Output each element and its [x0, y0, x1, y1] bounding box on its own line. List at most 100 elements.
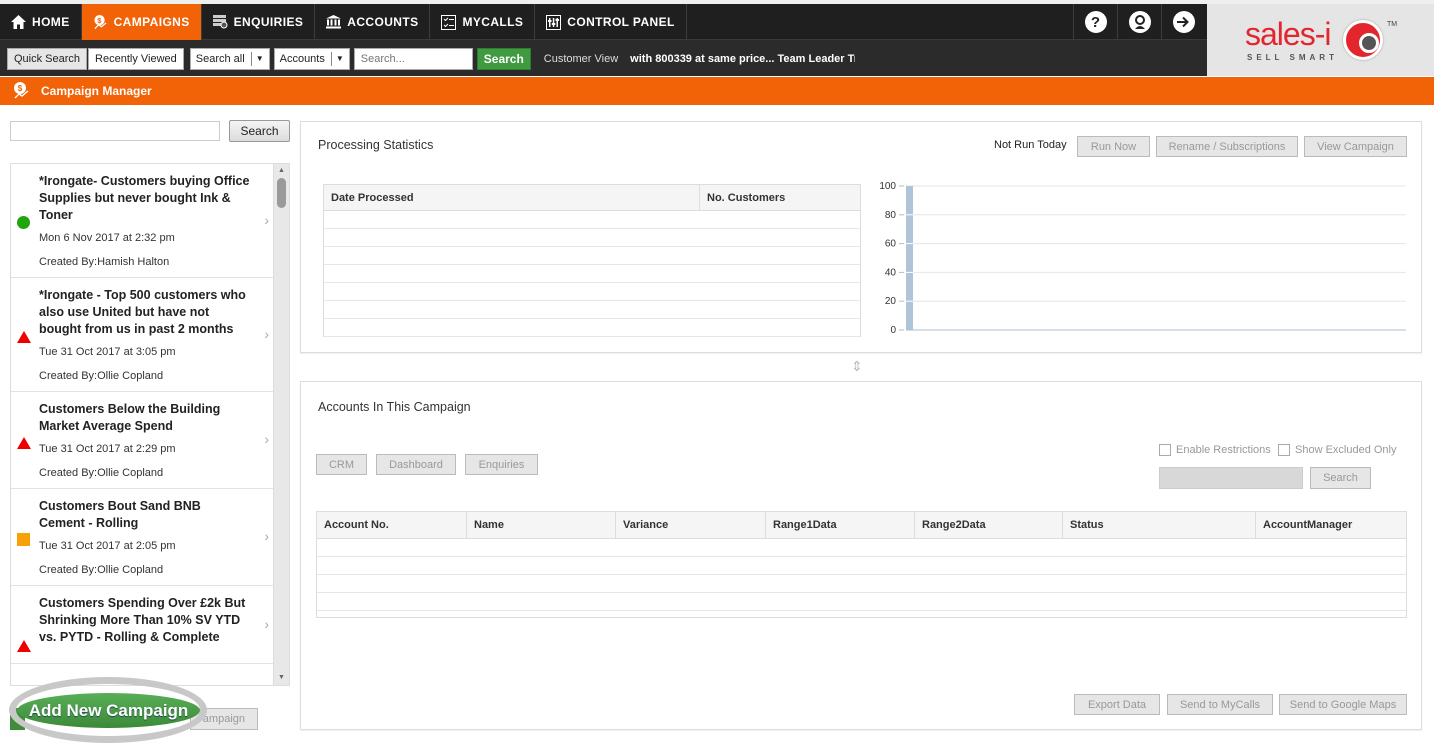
show-excluded-label: Show Excluded Only	[1295, 444, 1397, 456]
help-icon: ?	[1084, 11, 1107, 33]
campaign-title: *Irongate - Top 500 customers who also u…	[39, 288, 246, 336]
campaign-list-item[interactable]: *Irongate - Top 500 customers who also u…	[11, 278, 274, 392]
table-row	[317, 575, 1406, 593]
processing-table: Date Processed No. Customers	[323, 184, 861, 337]
show-excluded-checkbox[interactable]: Show Excluded Only	[1278, 444, 1397, 456]
home-icon	[11, 15, 26, 30]
resize-handle-icon[interactable]: ⇕	[851, 358, 863, 375]
campaign-list-scrollbar[interactable]: ▲ ▼	[273, 164, 289, 685]
campaign-creator: Created By:Hamish Halton	[39, 256, 170, 268]
column-header[interactable]: Name	[467, 512, 616, 538]
global-search-button[interactable]: Search	[476, 47, 531, 70]
page-title: Campaign Manager	[41, 84, 152, 98]
chevron-right-icon: ›	[264, 325, 269, 342]
table-row	[317, 539, 1406, 557]
chevron-right-icon: ›	[264, 528, 269, 544]
rename-subscriptions-button[interactable]: Rename / Subscriptions	[1156, 136, 1298, 157]
column-header[interactable]: Range1Data	[766, 512, 915, 538]
campaign-list-item[interactable]: Customers Spending Over £2k But Shrinkin…	[11, 586, 274, 664]
user-icon	[1128, 11, 1151, 33]
column-header[interactable]: Range2Data	[915, 512, 1063, 538]
table-row	[317, 593, 1406, 611]
accounts-table-header: Account No. Name Variance Range1Data Ran…	[317, 512, 1406, 539]
dashboard-button[interactable]: Dashboard	[376, 454, 456, 475]
scroll-down-icon[interactable]: ▼	[278, 674, 285, 681]
global-search-input[interactable]	[353, 47, 473, 70]
campaign-icon: $	[12, 81, 32, 102]
table-row	[324, 211, 860, 229]
customer-view-link[interactable]: Customer View	[544, 53, 618, 65]
campaign-list-item[interactable]: *Irongate- Customers buying Office Suppl…	[11, 164, 274, 278]
enable-restrictions-checkbox[interactable]: Enable Restrictions	[1159, 444, 1271, 456]
campaign-icon: $	[93, 14, 108, 30]
column-header[interactable]: Account No.	[317, 512, 467, 538]
nav-mycalls[interactable]: MYCALLS	[430, 4, 536, 40]
scroll-up-icon[interactable]: ▲	[278, 167, 285, 174]
y-tick-label: 40	[885, 267, 897, 278]
campaign-date: Tue 31 Oct 2017 at 2:05 pm	[39, 540, 176, 552]
logo-tagline: SELL SMART	[1247, 53, 1338, 62]
search-scope-select[interactable]: Search all ▼	[189, 47, 270, 70]
nav-campaigns[interactable]: $ CAMPAIGNS	[81, 4, 202, 40]
campaign-title: *Irongate- Customers buying Office Suppl…	[39, 174, 250, 222]
run-now-button[interactable]: Run Now	[1077, 136, 1150, 157]
restriction-search-input[interactable]	[1159, 467, 1303, 489]
search-type-select[interactable]: Accounts ▼	[273, 47, 350, 70]
campaign-creator: Created By:Ollie Copland	[39, 467, 164, 479]
status-red-icon	[17, 437, 31, 449]
y-tick-label: 80	[885, 210, 897, 221]
main-nav: HOME $ CAMPAIGNS ENQUIRIES ACCOUNTS MYCA…	[0, 4, 1207, 40]
view-campaign-button[interactable]: View Campaign	[1304, 136, 1407, 157]
campaign-title: Customers Spending Over £2k But Shrinkin…	[39, 596, 246, 644]
table-row	[317, 557, 1406, 575]
help-button[interactable]: ?	[1073, 4, 1117, 40]
column-header[interactable]: Date Processed	[324, 185, 700, 210]
send-to-google-maps-button[interactable]: Send to Google Maps	[1279, 694, 1407, 715]
sliders-icon	[546, 14, 562, 30]
campaign-search-button[interactable]: Search	[229, 120, 290, 142]
processing-table-header: Date Processed No. Customers	[324, 185, 860, 211]
checkbox-box[interactable]	[1159, 444, 1171, 456]
chart-bar[interactable]	[906, 186, 913, 330]
campaign-title: Customers Bout Sand BNB Cement - Rolling	[39, 499, 201, 530]
chevron-right-icon: ›	[264, 615, 269, 632]
nav-right-icons: ?	[1073, 4, 1205, 40]
table-row	[324, 229, 860, 247]
nav-control-panel[interactable]: CONTROL PANEL	[535, 4, 687, 40]
status-green-icon	[17, 216, 30, 229]
recently-viewed-tab[interactable]: Recently Viewed	[88, 47, 184, 70]
nav-enquiries[interactable]: ENQUIRIES	[202, 4, 316, 40]
send-to-mycalls-button[interactable]: Send to MyCalls	[1167, 694, 1273, 715]
accounts-search-button[interactable]: Search	[1310, 467, 1371, 489]
y-tick-label: 20	[885, 296, 897, 307]
crm-button[interactable]: CRM	[316, 454, 367, 475]
chevron-down-icon: ▼	[335, 54, 344, 63]
nav-home[interactable]: HOME	[0, 4, 82, 40]
column-header[interactable]: Variance	[616, 512, 766, 538]
user-button[interactable]	[1117, 4, 1161, 40]
search-scope-value: Search all	[195, 52, 245, 65]
logo-trademark: TM	[1387, 21, 1398, 28]
column-header[interactable]: Status	[1063, 512, 1256, 538]
logout-icon	[1172, 11, 1195, 33]
campaign-title: Customers Below the Building Market Aver…	[39, 402, 221, 433]
column-header[interactable]: AccountManager	[1256, 512, 1406, 538]
enquiries-button[interactable]: Enquiries	[465, 454, 538, 475]
add-new-campaign-button[interactable]: Add New Campaign	[17, 693, 200, 728]
processing-statistics-panel: Processing Statistics Not Run Today Run …	[300, 121, 1422, 353]
export-data-button[interactable]: Export Data	[1074, 694, 1160, 715]
chevron-right-icon: ›	[264, 211, 269, 228]
logo-eye-icon	[1343, 20, 1383, 60]
chevron-down-icon: ▼	[255, 54, 264, 63]
column-header[interactable]: No. Customers	[700, 185, 785, 210]
quick-search-tab[interactable]: Quick Search	[7, 47, 88, 70]
logout-button[interactable]	[1161, 4, 1205, 40]
scrollbar-thumb[interactable]	[277, 178, 286, 208]
nav-accounts[interactable]: ACCOUNTS	[315, 4, 431, 40]
checkbox-box[interactable]	[1278, 444, 1290, 456]
checklist-icon	[441, 14, 457, 30]
campaign-list-item[interactable]: Customers Below the Building Market Aver…	[11, 392, 274, 489]
campaign-list-item[interactable]: Customers Bout Sand BNB Cement - Rolling…	[11, 489, 274, 586]
campaign-search-input[interactable]	[10, 121, 220, 141]
y-tick-label: 100	[879, 182, 896, 192]
